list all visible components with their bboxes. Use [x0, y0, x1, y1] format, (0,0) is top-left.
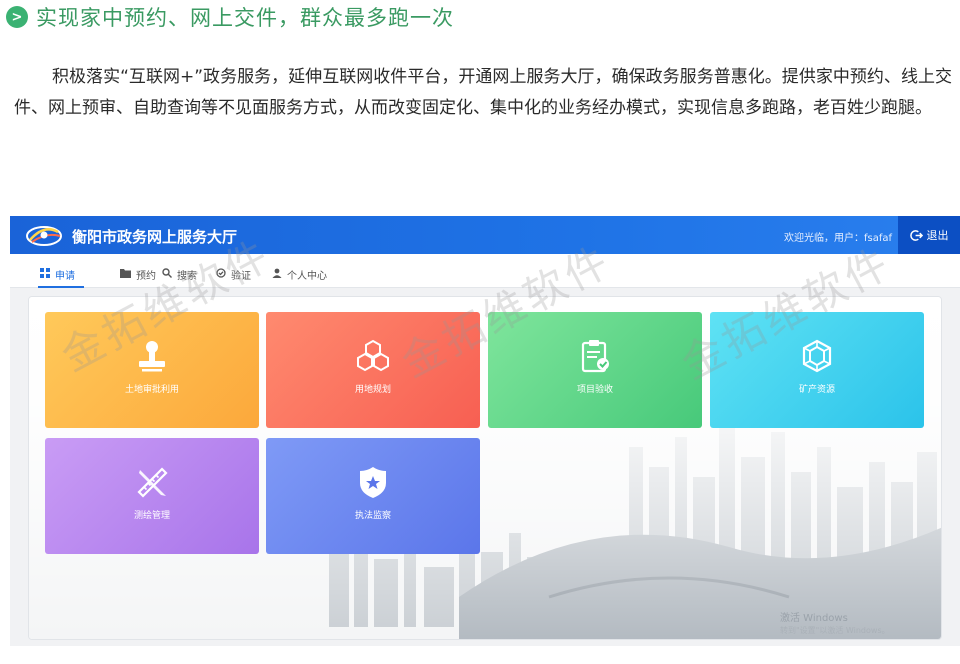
nav-label: 搜索 — [177, 270, 197, 282]
gem-icon — [802, 339, 832, 373]
nav-label: 预约 — [136, 270, 156, 282]
city-logo-icon — [26, 226, 62, 246]
nav-item-reserve[interactable]: 预约 — [120, 263, 156, 285]
tile-law-enforcement[interactable]: 执法监察 — [266, 438, 480, 554]
tile-label: 执法监察 — [354, 511, 391, 521]
service-hall-screenshot: 衡阳市政务网上服务大厅 欢迎光临，用户：fsafaf 退出 申请 预约 搜索 验… — [10, 216, 960, 646]
welcome-text: 欢迎光临，用户：fsafaf — [783, 233, 892, 244]
tile-land-approval[interactable]: 土地审批利用 — [45, 312, 259, 428]
service-panel: 土地审批利用 用地规划 项目验收 矿产资源 测绘管理 执法监察 — [28, 296, 942, 640]
windows-activation-notice: 激活 Windows 转到"设置"以激活 Windows。 — [780, 613, 890, 637]
check-circle-icon — [216, 267, 226, 281]
user-icon — [272, 268, 282, 281]
tile-label: 矿产资源 — [798, 385, 835, 395]
activate-line1: 激活 Windows — [780, 613, 848, 624]
nav-item-apply[interactable]: 申请 — [40, 263, 75, 285]
intro-paragraph: 积极落实“互联网+”政务服务，延伸互联网收件平台，开通网上服务大厅，确保政务服务… — [14, 67, 952, 118]
police-badge-icon — [360, 467, 386, 498]
tile-surveying-management[interactable]: 测绘管理 — [45, 438, 259, 554]
site-title: 衡阳市政务网上服务大厅 — [72, 228, 238, 246]
logout-icon — [909, 229, 923, 241]
app-topbar: 衡阳市政务网上服务大厅 欢迎光临，用户：fsafaf 退出 — [10, 216, 960, 254]
active-tab-indicator — [38, 286, 84, 288]
heading-text: 实现家中预约、网上交件，群众最多跑一次 — [36, 6, 454, 30]
cubes-icon — [357, 339, 389, 372]
grid-icon — [40, 267, 50, 281]
tile-label: 测绘管理 — [133, 511, 170, 521]
chevron-right-icon: > — [6, 6, 28, 28]
tile-label: 土地审批利用 — [124, 385, 179, 395]
ruler-pencil-icon — [137, 467, 168, 498]
activate-line2: 转到"设置"以激活 Windows。 — [780, 626, 890, 635]
tile-label: 项目验收 — [576, 385, 613, 395]
nav-item-verify[interactable]: 验证 — [216, 263, 251, 285]
nav-label: 个人中心 — [287, 270, 327, 282]
logout-button[interactable]: 退出 — [898, 216, 960, 254]
tile-project-acceptance[interactable]: 项目验收 — [488, 312, 702, 428]
nav-item-personal-center[interactable]: 个人中心 — [272, 263, 327, 285]
section-heading: > 实现家中预约、网上交件，群众最多跑一次 — [6, 4, 454, 30]
nav-item-search[interactable]: 搜索 — [162, 263, 197, 285]
nav-label: 验证 — [231, 270, 251, 282]
tile-label: 用地规划 — [354, 385, 391, 395]
app-nav: 申请 预约 搜索 验证 个人中心 — [10, 254, 960, 288]
search-icon — [162, 267, 172, 281]
folder-icon — [120, 268, 131, 281]
logout-label: 退出 — [926, 229, 949, 242]
tile-land-planning[interactable]: 用地规划 — [266, 312, 480, 428]
tile-mineral-resources[interactable]: 矿产资源 — [710, 312, 924, 428]
clipboard-check-icon — [581, 340, 609, 373]
nav-label: 申请 — [55, 270, 75, 282]
stamp-icon — [139, 341, 165, 372]
